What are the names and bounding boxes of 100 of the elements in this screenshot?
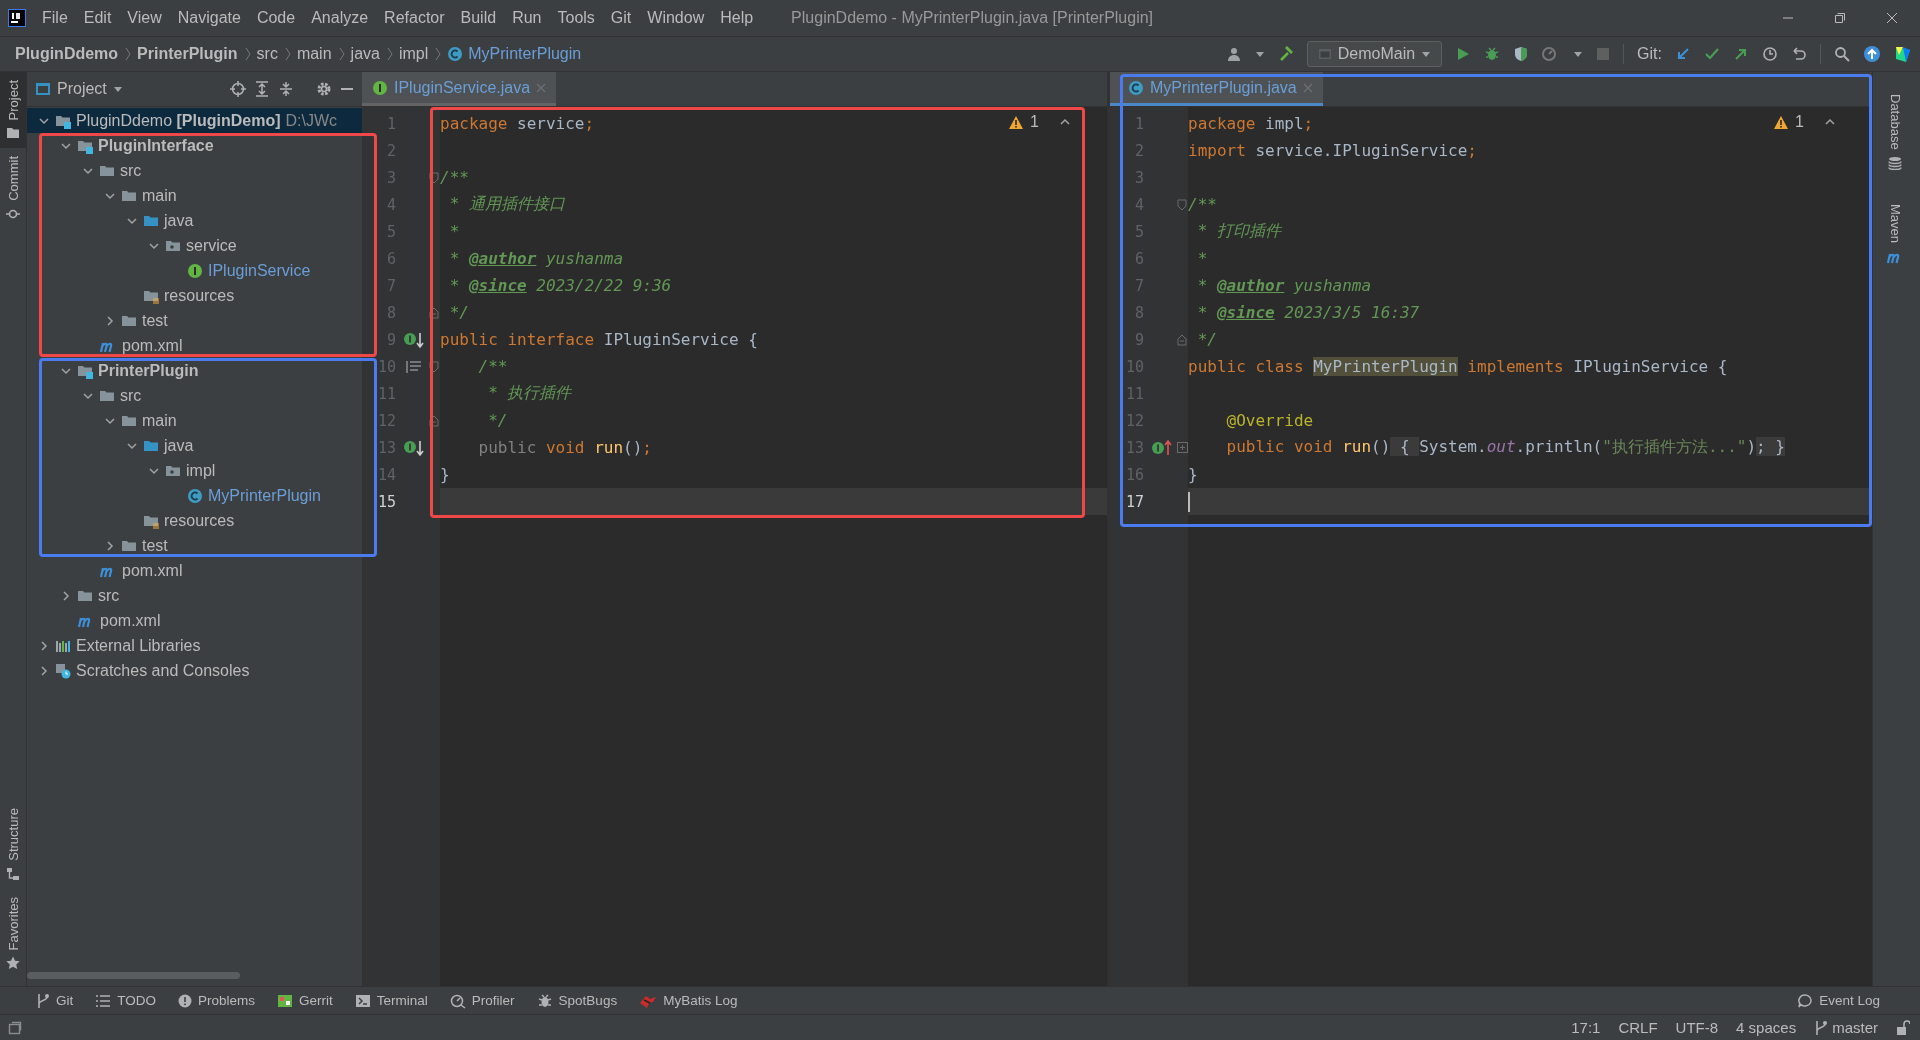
expand-fold-icon[interactable] [1176, 442, 1188, 453]
breadcrumb[interactable]: impl [398, 45, 429, 63]
tree-item[interactable]: resources [164, 511, 235, 530]
tree-item[interactable]: src [98, 586, 120, 605]
collapse-all-icon[interactable] [278, 81, 294, 97]
tree-item[interactable]: MyPrinterPlugin [208, 486, 321, 505]
tool-window-button[interactable]: MyBatis Log [639, 992, 738, 1009]
breadcrumb[interactable]: main [296, 45, 332, 63]
tree-item[interactable]: External Libraries [76, 636, 201, 655]
app-logo-icon[interactable] [8, 9, 26, 27]
tree-item[interactable]: java [164, 211, 194, 230]
breadcrumb[interactable]: PluginDdemo [15, 45, 119, 63]
expand-all-icon[interactable] [254, 81, 270, 97]
tree-item[interactable]: PluginInterface [98, 136, 214, 155]
menu-item[interactable]: Help [712, 5, 762, 31]
undo-icon[interactable] [1791, 46, 1807, 62]
arrow-up-right-icon[interactable] [1733, 46, 1749, 62]
warning-count[interactable]: 1 [1030, 113, 1039, 131]
tree-item[interactable]: main [142, 186, 177, 205]
menu-item[interactable]: Tools [549, 5, 603, 31]
menu-item[interactable]: Analyze [303, 5, 377, 31]
clock-icon[interactable] [1762, 46, 1778, 62]
upgrade-icon[interactable] [1863, 45, 1881, 63]
breadcrumb[interactable]: PrinterPlugin [137, 45, 238, 63]
tree-item[interactable]: pom.xml [100, 611, 161, 630]
run-configuration-dropdown[interactable]: DemoMain [1306, 41, 1443, 67]
tool-window-button[interactable]: SpotBugs [536, 992, 618, 1009]
tool-window-button[interactable]: Gerrit [277, 993, 333, 1008]
toolbox-logo-icon[interactable] [1894, 45, 1912, 63]
tree-item[interactable]: src [120, 161, 142, 180]
project-view-dropdown[interactable]: Project [35, 80, 123, 98]
search-icon[interactable] [1834, 46, 1850, 62]
menu-item[interactable]: Git [602, 5, 640, 31]
lock-icon[interactable] [1896, 1019, 1910, 1036]
editor-tab[interactable]: IPluginService.java [362, 72, 557, 106]
restore-icon[interactable] [1834, 12, 1846, 24]
menu-item[interactable]: File [34, 5, 76, 31]
status-item[interactable]: CRLF [1618, 1019, 1658, 1036]
implemented-marker-icon[interactable] [403, 438, 425, 457]
tool-window-button[interactable]: Profiler [449, 992, 515, 1009]
fold-marker-icon[interactable] [429, 306, 439, 319]
warning-icon[interactable] [1008, 114, 1025, 130]
arrow-down-left-icon[interactable] [1675, 46, 1691, 62]
tool-windows-icon[interactable] [8, 1020, 22, 1035]
tree-item[interactable]: resources [164, 286, 235, 305]
locate-icon[interactable] [230, 81, 246, 97]
tree-item[interactable]: IPluginService [208, 261, 311, 280]
tree-item[interactable]: PluginDdemo [PluginDemo] [76, 111, 281, 130]
fold-marker-icon[interactable] [429, 360, 439, 373]
tool-window-button[interactable]: Problems [178, 993, 256, 1008]
warning-icon[interactable] [1773, 114, 1790, 130]
scrollbar-thumb[interactable] [27, 971, 240, 979]
tree-item[interactable]: src [120, 386, 142, 405]
tree-item[interactable]: service [186, 236, 237, 255]
tree-item[interactable]: pom.xml [122, 336, 183, 355]
menu-item[interactable]: Edit [75, 5, 120, 31]
menu-item[interactable]: Window [639, 5, 713, 31]
warning-count[interactable]: 1 [1795, 113, 1804, 131]
shield-icon[interactable] [1513, 46, 1530, 62]
breadcrumb[interactable]: java [350, 45, 380, 63]
tree-item[interactable]: test [142, 311, 168, 330]
breadcrumb[interactable]: src [256, 45, 278, 63]
fold-marker-icon[interactable] [1177, 333, 1187, 346]
tool-window-button[interactable]: Terminal [354, 993, 428, 1008]
settings-icon[interactable] [316, 81, 332, 97]
status-item[interactable]: master [1814, 1019, 1878, 1036]
side-tab[interactable]: Structure [0, 799, 26, 889]
breadcrumb[interactable]: MyPrinterPlugin [468, 45, 582, 63]
menu-item[interactable]: Code [248, 5, 304, 31]
menu-item[interactable]: View [119, 5, 170, 31]
menu-item[interactable]: Build [452, 5, 505, 31]
menu-item[interactable]: Navigate [169, 5, 249, 31]
bug-icon[interactable] [1484, 46, 1501, 62]
side-tab[interactable]: Favorites [0, 888, 26, 978]
checkmark-icon[interactable] [1704, 46, 1720, 62]
render-doc-icon[interactable] [405, 358, 423, 375]
tree-item[interactable]: pom.xml [122, 561, 183, 580]
status-item[interactable]: UTF-8 [1675, 1019, 1719, 1036]
fold-marker-icon[interactable] [429, 414, 439, 427]
tree-item[interactable]: PrinterPlugin [98, 361, 199, 380]
menu-item[interactable]: Run [504, 5, 550, 31]
tree-item[interactable]: impl [186, 461, 216, 480]
side-tab[interactable]: Maven [1873, 195, 1917, 273]
fold-marker-icon[interactable] [429, 171, 439, 184]
tool-window-button[interactable]: TODO [95, 993, 157, 1008]
implemented-marker-icon[interactable] [403, 330, 425, 349]
side-tab[interactable]: Database [1873, 86, 1917, 178]
caret-icon[interactable] [1254, 49, 1265, 59]
event-log-button[interactable]: Event Log [1797, 992, 1920, 1009]
menu-item[interactable]: Refactor [376, 5, 453, 31]
tree-item[interactable]: Scratches and Consoles [76, 661, 250, 680]
tool-window-button[interactable]: Git [36, 992, 74, 1009]
caret-icon[interactable] [1573, 49, 1584, 59]
tree-item[interactable]: main [142, 411, 177, 430]
person-icon[interactable] [1225, 46, 1242, 62]
side-tab[interactable]: Project [0, 72, 26, 149]
tree-item[interactable]: java [164, 436, 194, 455]
status-item[interactable]: 17:1 [1571, 1019, 1601, 1036]
side-tab[interactable]: Commit [0, 148, 26, 230]
tree-item[interactable]: test [142, 536, 168, 555]
